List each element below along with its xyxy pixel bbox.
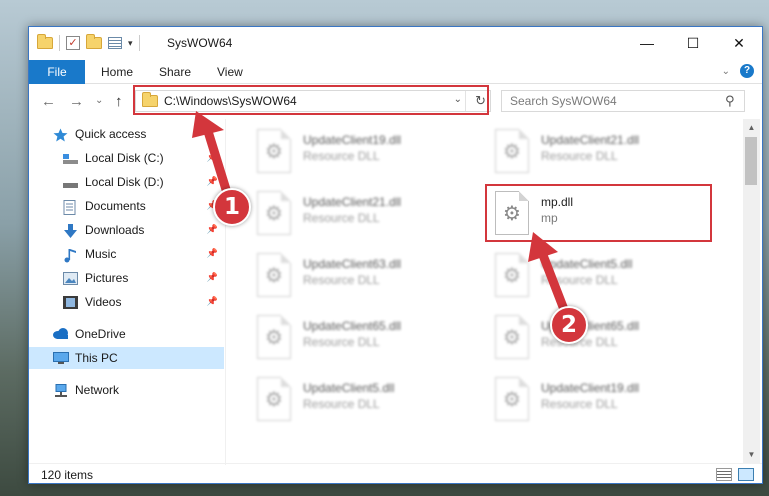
- arrow-to-mp-dll: [528, 232, 570, 317]
- step-1-badge: 1: [213, 188, 251, 226]
- step-2-badge: 2: [550, 306, 588, 344]
- arrow-to-address-bar: [192, 111, 233, 201]
- callout-arrows: [192, 111, 570, 317]
